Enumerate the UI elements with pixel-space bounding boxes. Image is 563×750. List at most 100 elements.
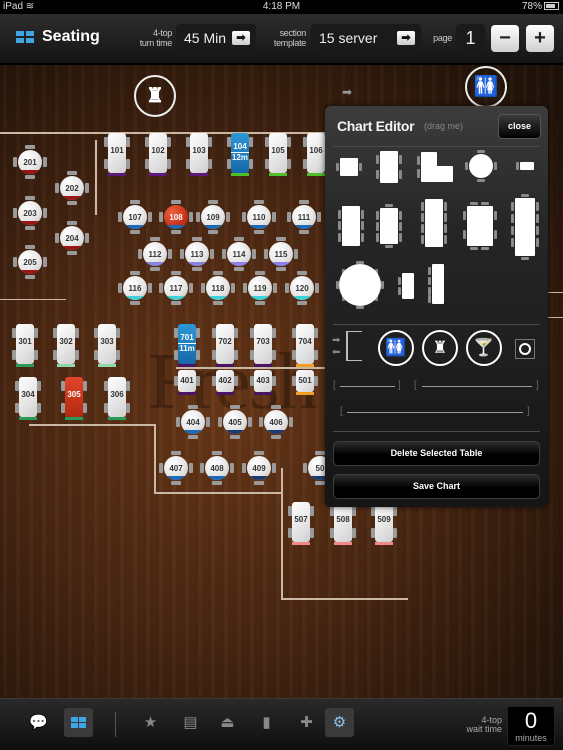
table-501[interactable]: 501 [292, 370, 318, 396]
seating-tab-icon[interactable] [64, 708, 93, 737]
table-302[interactable]: 302 [53, 324, 79, 368]
table-508[interactable]: 508 [330, 502, 356, 546]
table-117[interactable]: 117 [159, 271, 193, 305]
table-407[interactable]: 407 [159, 451, 193, 485]
table-301[interactable]: 301 [12, 324, 38, 368]
restroom-icon[interactable]: 🚻 [465, 66, 507, 108]
table-number: 114 [232, 250, 246, 259]
long-wall-tool[interactable] [347, 412, 523, 413]
chair-icon [399, 211, 402, 220]
close-button[interactable]: close [498, 114, 541, 139]
chart-editor-panel[interactable]: Chart Editor (drag me) close ➡ ⬅ 🚻 ♜ 🍸 [… [325, 106, 548, 507]
table-120[interactable]: 120 [285, 271, 319, 305]
wall [154, 424, 156, 492]
table-303[interactable]: 303 [94, 324, 120, 368]
table-509[interactable]: 509 [371, 502, 397, 546]
table-114[interactable]: 114 [222, 237, 256, 271]
rect-6top-ends-tool[interactable] [376, 204, 402, 248]
table-number: 405 [228, 418, 242, 427]
table-105[interactable]: 105 [265, 133, 291, 177]
star-icon[interactable]: ★ [136, 708, 165, 737]
top-toolbar: Seating 4-top turn time 45 Min ➡ section t… [0, 14, 563, 64]
chef-hat-icon[interactable]: ♜ [134, 75, 176, 117]
rect-8top-tool[interactable] [421, 199, 447, 247]
table-202[interactable]: 202 [55, 171, 89, 205]
turn-time-selector[interactable]: 45 Min ➡ [176, 24, 256, 53]
table-404[interactable]: 404 [176, 405, 210, 439]
l-shape-tool[interactable] [417, 152, 453, 182]
table-304[interactable]: 304 [15, 377, 41, 421]
save-chart-button[interactable]: Save Chart [333, 474, 540, 499]
first-aid-icon[interactable]: ✚ [292, 708, 321, 737]
arrow-right-icon[interactable]: ➡ [397, 31, 415, 45]
table-104[interactable]: 104 12m [227, 133, 253, 177]
entrance-tool[interactable]: ➡ ⬅ [332, 331, 366, 361]
bar-2top-tool[interactable] [516, 162, 534, 170]
table-112[interactable]: 112 [138, 237, 172, 271]
table-shape-icon [515, 198, 535, 256]
pillar-icon[interactable] [515, 339, 535, 359]
table-204[interactable]: 204 [55, 221, 89, 255]
table-107[interactable]: 107 [118, 200, 152, 234]
table-408[interactable]: 408 [200, 451, 234, 485]
table-timer: 12m [231, 153, 248, 162]
table-402[interactable]: 402 [212, 370, 238, 396]
page-plus-button[interactable]: + [526, 25, 554, 52]
table-203[interactable]: 203 [13, 196, 47, 230]
round-large-tool[interactable] [336, 261, 384, 309]
bar-chart-icon[interactable]: ▮ [252, 708, 281, 737]
table-306[interactable]: 306 [104, 377, 130, 421]
rect-6top-tool[interactable] [338, 206, 364, 246]
table-401[interactable]: 401 [174, 370, 200, 396]
table-403[interactable]: 403 [250, 370, 276, 396]
table-109[interactable]: 109 [196, 200, 230, 234]
table-118[interactable]: 118 [201, 271, 235, 305]
table-102[interactable]: 102 [145, 133, 171, 177]
chair-icon [536, 202, 539, 211]
table-111[interactable]: 111 [287, 200, 321, 234]
table-113[interactable]: 113 [180, 237, 214, 271]
medium-wall-tool[interactable] [422, 386, 532, 387]
table-103[interactable]: 103 [186, 133, 212, 177]
receipt-icon[interactable]: ▤ [176, 708, 205, 737]
short-wall-tool[interactable] [340, 386, 395, 387]
table-409[interactable]: 409 [242, 451, 276, 485]
table-507[interactable]: 507 [288, 502, 314, 546]
table-704[interactable]: 704 [292, 324, 318, 368]
table-115[interactable]: 115 [264, 237, 298, 271]
rect-4top-tool[interactable] [376, 151, 402, 183]
chair-icon [536, 238, 539, 247]
round-4top-tool[interactable] [465, 150, 497, 182]
arrow-right-icon[interactable]: ➡ [232, 31, 250, 45]
table-number: 704 [298, 337, 312, 346]
table-406[interactable]: 406 [259, 405, 293, 439]
table-116[interactable]: 116 [118, 271, 152, 305]
delete-selected-table-button[interactable]: Delete Selected Table [333, 441, 540, 466]
table-119[interactable]: 119 [243, 271, 277, 305]
ufo-icon[interactable]: ⏏ [213, 708, 242, 737]
restroom-icon[interactable]: 🚻 [378, 330, 414, 366]
chef-hat-icon[interactable]: ♜ [422, 330, 458, 366]
cocktail-icon[interactable]: 🍸 [466, 330, 502, 366]
table-703[interactable]: 703 [250, 324, 276, 368]
table-205[interactable]: 205 [13, 245, 47, 279]
square-2top-tool[interactable] [336, 158, 362, 176]
section-template-selector[interactable]: 15 server ➡ [311, 24, 421, 53]
table-101[interactable]: 101 [104, 133, 130, 177]
table-702[interactable]: 702 [212, 324, 238, 368]
table-405[interactable]: 405 [218, 405, 252, 439]
settings-gear-icon[interactable]: ⚙ [325, 708, 354, 737]
table-305[interactable]: 305 [61, 377, 87, 421]
table-110[interactable]: 110 [242, 200, 276, 234]
table-108[interactable]: 108 [159, 200, 193, 234]
table-201[interactable]: 201 [13, 145, 47, 179]
chat-icon[interactable]: 💬 [24, 708, 53, 737]
rect-large-tool[interactable] [463, 202, 497, 250]
booth-bench-tool[interactable] [428, 264, 444, 304]
half-booth-tool[interactable] [398, 273, 414, 299]
chair-icon [463, 230, 466, 239]
page-minus-button[interactable]: − [491, 25, 519, 52]
table-701[interactable]: 701 11m [174, 324, 200, 368]
rect-10top-tool[interactable] [511, 194, 539, 260]
table-number: 508 [336, 515, 350, 524]
